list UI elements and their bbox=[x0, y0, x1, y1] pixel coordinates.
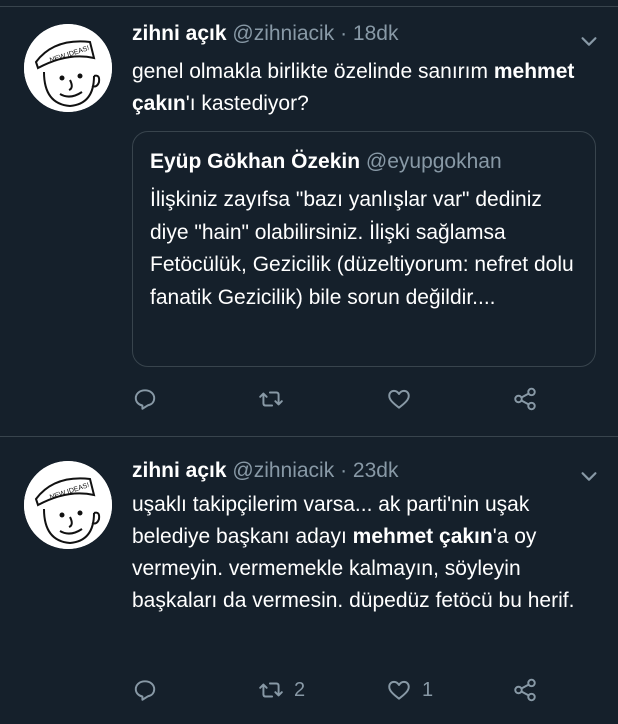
heart-icon bbox=[388, 389, 410, 409]
tweet[interactable]: NEW IDEAS! zihni açık @zihniacik · 18dk … bbox=[0, 6, 618, 437]
author-name[interactable]: zihni açık bbox=[132, 22, 227, 45]
tweet-text: uşaklı takipçilerim varsa... ak parti'ni… bbox=[132, 493, 575, 612]
timestamp[interactable]: 18dk bbox=[353, 22, 399, 45]
tweet-text: genel olmakla birlikte özelinde sanırım … bbox=[132, 60, 575, 115]
quoted-tweet[interactable]: Eyüp Gökhan Özekin @eyupgokhan İlişkiniz… bbox=[132, 131, 596, 367]
separator-dot: · bbox=[340, 459, 348, 482]
share-icon bbox=[514, 678, 536, 702]
author-handle[interactable]: @zihniacik bbox=[232, 22, 334, 45]
like-count: 1 bbox=[422, 678, 434, 701]
tweet-header: zihni açık @zihniacik · 23dk bbox=[132, 459, 398, 483]
author-handle[interactable]: @zihniacik bbox=[232, 459, 334, 482]
tweet[interactable]: NEW IDEAS! zihni açık @zihniacik · 23dk … bbox=[0, 437, 618, 724]
bold-mention: mehmet çakın bbox=[352, 525, 493, 548]
share-button[interactable] bbox=[512, 675, 538, 705]
share-button[interactable] bbox=[512, 384, 538, 414]
tweet-header: zihni açık @zihniacik · 18dk bbox=[132, 22, 398, 46]
reply-button[interactable] bbox=[132, 384, 168, 414]
like-button[interactable]: 1 bbox=[386, 675, 433, 705]
author-name[interactable]: zihni açık bbox=[132, 459, 227, 482]
chevron-down-icon[interactable] bbox=[578, 465, 600, 487]
retweet-icon bbox=[259, 682, 283, 698]
chevron-down-icon[interactable] bbox=[578, 30, 600, 52]
separator-dot: · bbox=[340, 22, 348, 45]
reply-icon bbox=[134, 680, 156, 701]
share-icon bbox=[514, 387, 536, 411]
reply-icon bbox=[134, 389, 156, 410]
quoted-author-name: Eyüp Gökhan Özekin bbox=[150, 150, 361, 173]
quoted-tweet-text: İlişkiniz zayıfsa "bazı yanlışlar var" d… bbox=[150, 188, 574, 309]
like-button[interactable] bbox=[386, 384, 422, 414]
retweet-button[interactable] bbox=[258, 384, 294, 414]
retweet-icon bbox=[259, 391, 283, 407]
heart-icon bbox=[388, 680, 410, 700]
quoted-author-handle: @eyupgokhan bbox=[365, 150, 502, 173]
timestamp[interactable]: 23dk bbox=[353, 459, 399, 482]
retweet-button[interactable]: 2 bbox=[258, 675, 305, 705]
avatar[interactable]: NEW IDEAS! bbox=[24, 24, 112, 112]
quoted-tweet-header: Eyüp Gökhan Özekin @eyupgokhan bbox=[150, 150, 502, 174]
retweet-count: 2 bbox=[294, 678, 306, 701]
reply-button[interactable] bbox=[132, 675, 168, 705]
avatar[interactable]: NEW IDEAS! bbox=[24, 461, 112, 549]
